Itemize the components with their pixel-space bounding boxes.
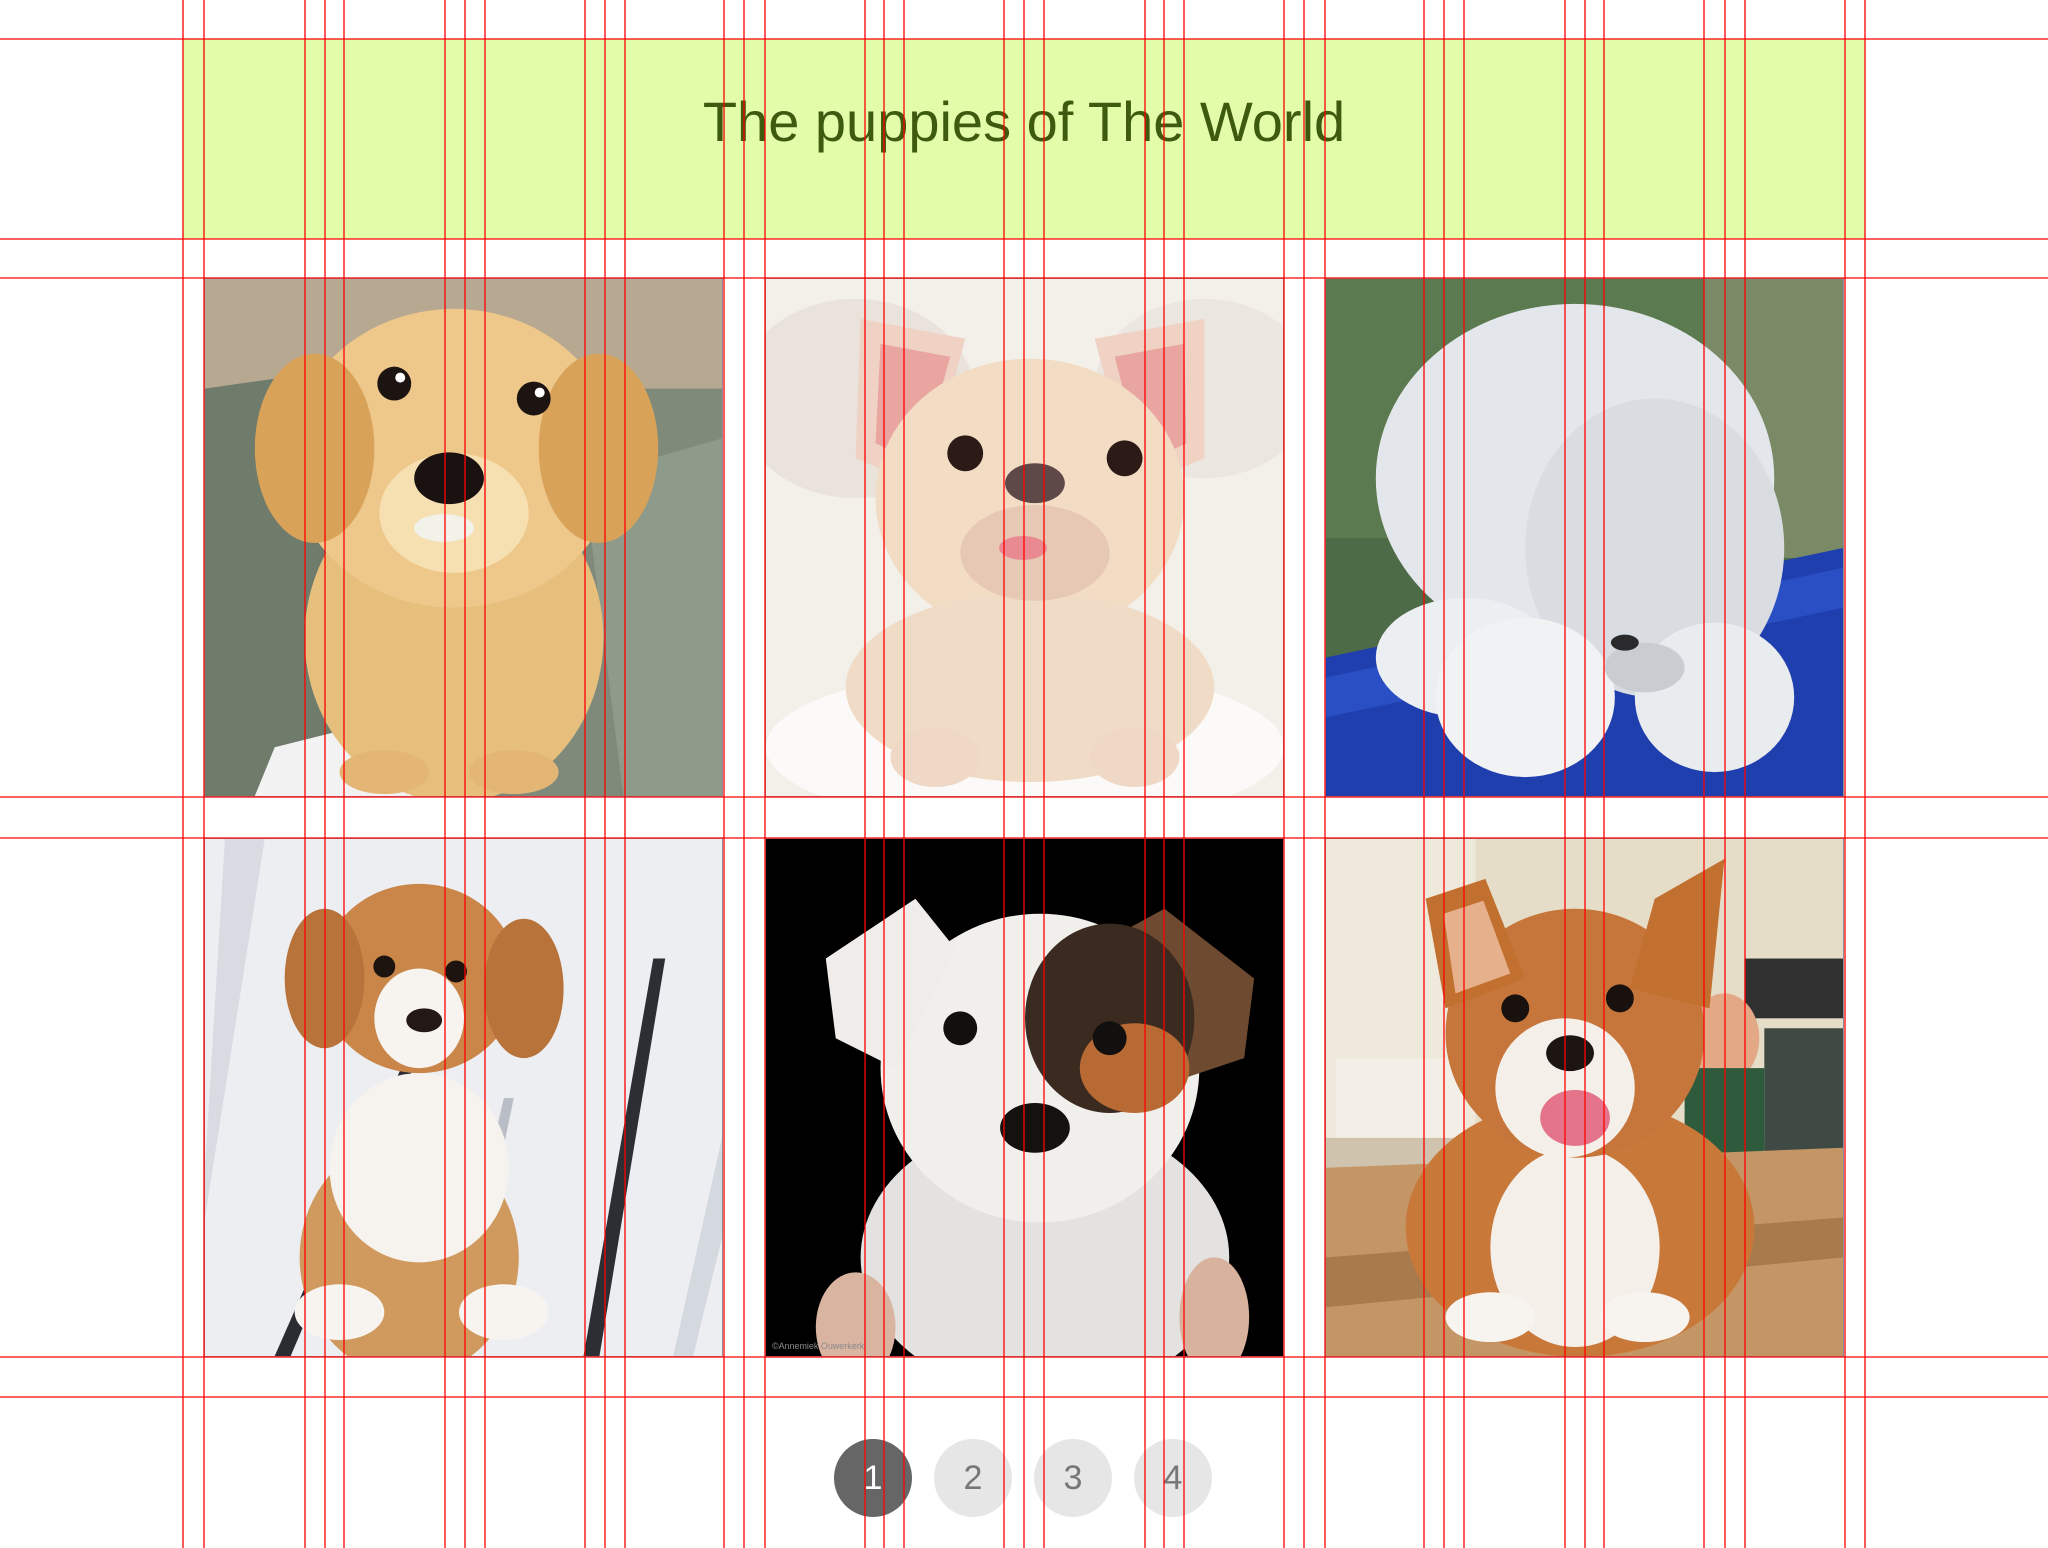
page-button-2[interactable]: 2: [934, 1439, 1012, 1517]
puppy-photo-golden[interactable]: [204, 278, 723, 797]
puppy-photo-golden-image: [205, 279, 722, 796]
puppy-photo-white-fluffy-image: [1326, 279, 1843, 796]
puppy-photo-white-fluffy[interactable]: [1325, 278, 1844, 797]
puppy-photo-brown-white-image: [205, 839, 722, 1356]
puppy-photo-brown-white[interactable]: [204, 838, 723, 1357]
page: The puppies of The World ©Annemiek Ouwer…: [0, 0, 2048, 1548]
page-header: The puppies of The World: [183, 39, 1865, 239]
puppy-photo-corgi-image: [1326, 839, 1843, 1356]
puppy-photo-patch-ear-image: ©Annemiek Ouwerkerk: [766, 839, 1283, 1356]
puppy-photo-patch-ear[interactable]: ©Annemiek Ouwerkerk: [765, 838, 1284, 1357]
puppy-photo-corgi[interactable]: [1325, 838, 1844, 1357]
photo-credit: ©Annemiek Ouwerkerk: [772, 1341, 865, 1351]
puppy-photo-bulldog-image: [766, 279, 1283, 796]
puppy-photo-bulldog[interactable]: [765, 278, 1284, 797]
page-button-3[interactable]: 3: [1034, 1439, 1112, 1517]
page-button-1[interactable]: 1: [834, 1439, 912, 1517]
page-button-4[interactable]: 4: [1134, 1439, 1212, 1517]
page-title: The puppies of The World: [702, 89, 1346, 153]
